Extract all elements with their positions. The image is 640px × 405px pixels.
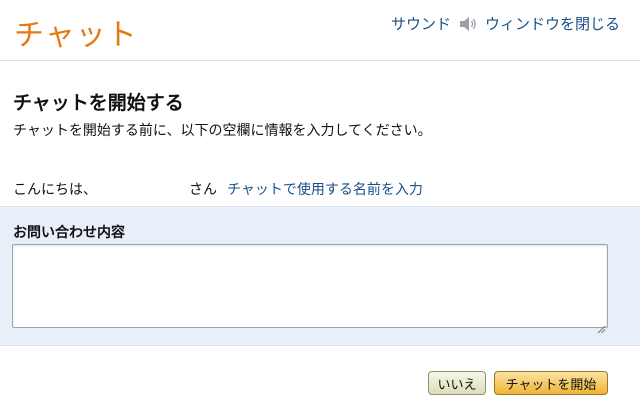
brand-title: チャット bbox=[14, 18, 138, 53]
enter-name-link[interactable]: チャットで使用する名前を入力 bbox=[227, 179, 423, 199]
inquiry-textarea[interactable] bbox=[12, 244, 608, 328]
sound-link[interactable]: サウンド bbox=[391, 13, 451, 34]
page-title: チャットを開始する bbox=[13, 92, 184, 114]
greeting-text: こんにちは、 bbox=[13, 182, 97, 198]
instruction-text: チャットを開始する前に、以下の空欄に情報を入力してください。 bbox=[13, 123, 432, 139]
speaker-icon[interactable] bbox=[458, 15, 478, 33]
inquiry-panel: お問い合わせ内容 bbox=[0, 206, 640, 346]
name-row: こんにちは、 さん チャットで使用する名前を入力 bbox=[13, 177, 623, 201]
inquiry-label: お問い合わせ内容 bbox=[13, 225, 125, 241]
resize-grip-icon[interactable] bbox=[597, 319, 606, 334]
header-bar: チャット サウンド ウィンドウを閉じる bbox=[0, 0, 640, 61]
honorific-text: さん bbox=[189, 182, 217, 198]
header-links: サウンド ウィンドウを閉じる bbox=[391, 13, 620, 34]
no-button[interactable]: いいえ bbox=[428, 371, 486, 395]
name-input[interactable] bbox=[113, 177, 191, 197]
start-chat-button[interactable]: チャットを開始 bbox=[494, 371, 608, 395]
close-window-link[interactable]: ウィンドウを閉じる bbox=[485, 13, 620, 34]
